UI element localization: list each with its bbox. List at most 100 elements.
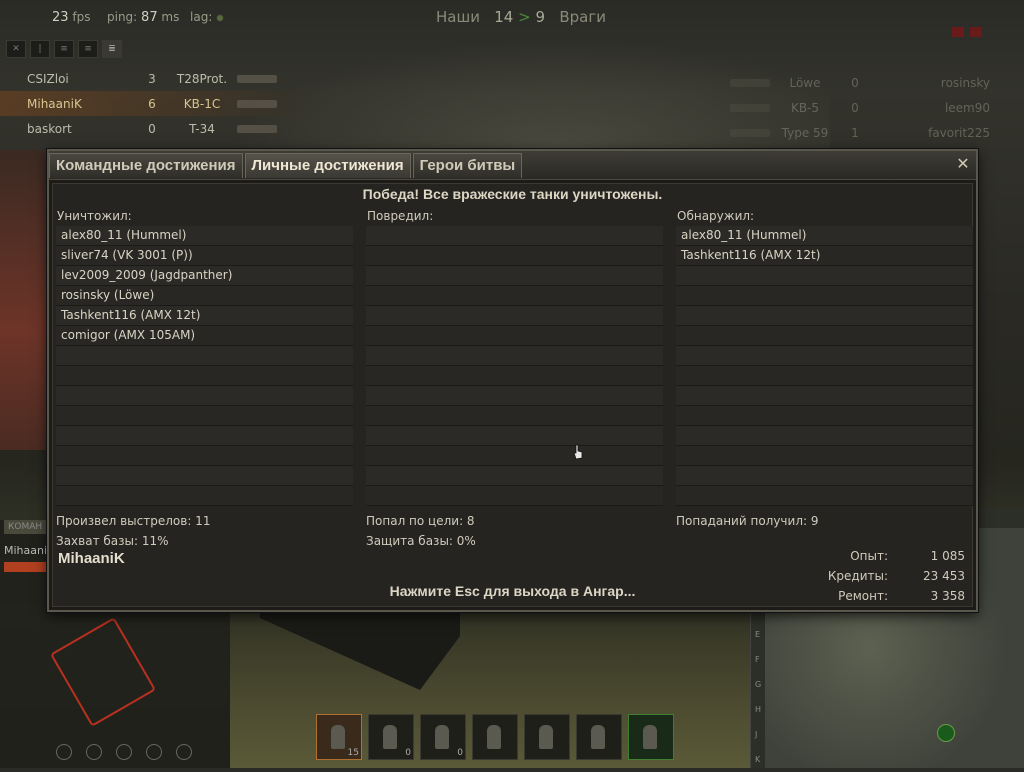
shell-icon — [331, 725, 345, 749]
filter-mode-4-icon[interactable]: ≣ — [102, 40, 122, 58]
list-item-empty — [676, 386, 973, 406]
ammo-slot-1[interactable]: 15 — [316, 714, 362, 760]
list-item-empty — [56, 466, 353, 486]
fps-label: fps — [72, 10, 91, 24]
damaged-label: Повредил: — [367, 209, 434, 223]
tab-team-achievements[interactable]: Командные достижения — [49, 153, 243, 178]
rewards-table: Опыт: 1 085 Кредиты: 23 453 Ремонт: 3 35… — [813, 549, 968, 609]
minimap-row-letters: E F G H J K — [755, 622, 765, 772]
target-icon — [86, 744, 102, 760]
repair-kit-slot[interactable] — [524, 714, 570, 760]
list-item: Tashkent116 (AMX 12t) — [676, 246, 973, 266]
list-item-empty — [56, 486, 353, 506]
hits-on-target: Попал по цели: 8 — [366, 514, 475, 528]
medkit-slot[interactable] — [472, 714, 518, 760]
lag-label: lag: — [190, 10, 213, 24]
shell-icon — [383, 725, 397, 749]
list-item-empty — [676, 406, 973, 426]
reward-row: Опыт: 1 085 — [813, 549, 968, 569]
list-item-empty — [366, 466, 663, 486]
consumable-slot[interactable] — [628, 714, 674, 760]
enemy-row: KB-5 0 leem90 — [720, 95, 1020, 120]
ping-unit: ms — [161, 10, 180, 24]
headphones-icon — [146, 744, 162, 760]
player-list-filter: ✕ | ≡ ≡ ≣ — [6, 40, 122, 58]
left-background — [0, 150, 48, 450]
tank-tier-icon — [720, 77, 770, 89]
crew-icons — [56, 744, 192, 760]
ammo-count: 0 — [457, 748, 463, 758]
fire-extinguisher-slot[interactable] — [576, 714, 622, 760]
fps-value: 23 — [52, 10, 69, 25]
enemy-tank: Löwe — [789, 75, 821, 90]
list-item-empty — [56, 366, 353, 386]
sight-icon — [116, 744, 132, 760]
health-bar — [4, 562, 48, 572]
filter-close-icon[interactable]: ✕ — [6, 40, 26, 58]
tab-battle-heroes[interactable]: Герои битвы — [412, 153, 523, 178]
list-item-empty — [676, 326, 973, 346]
list-item-empty — [56, 386, 353, 406]
shell-icon — [435, 725, 449, 749]
ammo-slot-2[interactable]: 0 — [368, 714, 414, 760]
list-item-empty — [366, 326, 663, 346]
results-player-name: MihaaniK — [58, 550, 125, 567]
player-frags: 0 — [148, 121, 156, 136]
list-item-empty — [366, 426, 663, 446]
ally-row: CSIZloi 3 T28Prot. — [0, 66, 300, 91]
ping-value: 87 — [141, 10, 158, 25]
ammo-slot-3[interactable]: 0 — [420, 714, 466, 760]
enemy-team-list: Löwe 0 rosinsky KB-5 0 leem90 Type 59 1 … — [720, 70, 1020, 145]
tank-damage-outline-icon — [49, 617, 157, 727]
tank-tier-icon — [237, 73, 287, 85]
tab-personal-achievements[interactable]: Личные достижения — [244, 153, 411, 178]
list-item-empty — [676, 366, 973, 386]
enemy-row: Löwe 0 rosinsky — [720, 70, 1020, 95]
close-button[interactable]: ✕ — [954, 155, 972, 173]
list-item: sliver74 (VK 3001 (P)) — [56, 246, 353, 266]
results-tab-bar: Командные достижения Личные достижения Г… — [49, 151, 976, 180]
lag-indicator: lag: — [190, 10, 225, 24]
ping-label: ping: — [107, 10, 138, 24]
repair-kit-icon — [539, 725, 553, 749]
list-item: lev2009_2009 (Jagdpanther) — [56, 266, 353, 286]
enemy-frags: 0 — [851, 100, 859, 115]
list-item: alex80_11 (Hummel) — [676, 226, 973, 246]
list-item-empty — [676, 446, 973, 466]
list-item: alex80_11 (Hummel) — [56, 226, 353, 246]
tracks-icon — [176, 744, 192, 760]
list-item-empty — [366, 286, 663, 306]
base-defense: Защита базы: 0% — [366, 534, 476, 548]
list-item-empty — [366, 246, 663, 266]
fire-extinguisher-icon — [591, 725, 605, 749]
tank-tier-icon — [237, 123, 287, 135]
reward-label: Опыт: — [850, 549, 888, 563]
enemy-frags: 1 — [851, 125, 859, 140]
filter-mode-2-icon[interactable]: ≡ — [54, 40, 74, 58]
alert-icons — [952, 26, 988, 40]
battle-outcome-headline: Победа! Все вражеские танки уничтожены. — [362, 186, 663, 202]
enemy-name: favorit225 — [928, 125, 990, 140]
enemy-tank: Type 59 — [781, 125, 829, 140]
list-item-empty — [366, 366, 663, 386]
list-item-empty — [676, 286, 973, 306]
spotted-column: Обнаружил: alex80_11 (Hummel) Tashkent11… — [676, 208, 973, 506]
ally-score: 14 — [494, 8, 514, 26]
player-tank: KB-1C — [183, 96, 221, 111]
ammo-count: 0 — [405, 748, 411, 758]
list-item-empty — [366, 346, 663, 366]
list-item-empty — [676, 346, 973, 366]
list-item-empty — [676, 266, 973, 286]
player-name: CSIZloi — [27, 71, 69, 86]
filter-mode-3-icon[interactable]: ≡ — [78, 40, 98, 58]
row-letter: E — [755, 630, 761, 639]
reward-value: 1 085 — [930, 549, 965, 563]
ally-row: baskort 0 T-34 — [0, 116, 300, 141]
player-frags: 6 — [148, 96, 156, 111]
shots-fired: Произвел выстрелов: 11 — [56, 514, 211, 528]
hand-cursor-icon — [573, 444, 583, 460]
lag-dot-icon — [216, 13, 225, 22]
player-tank: T28Prot. — [176, 71, 228, 86]
base-capture: Захват базы: 11% — [56, 534, 169, 548]
filter-mode-1-icon[interactable]: | — [30, 40, 50, 58]
